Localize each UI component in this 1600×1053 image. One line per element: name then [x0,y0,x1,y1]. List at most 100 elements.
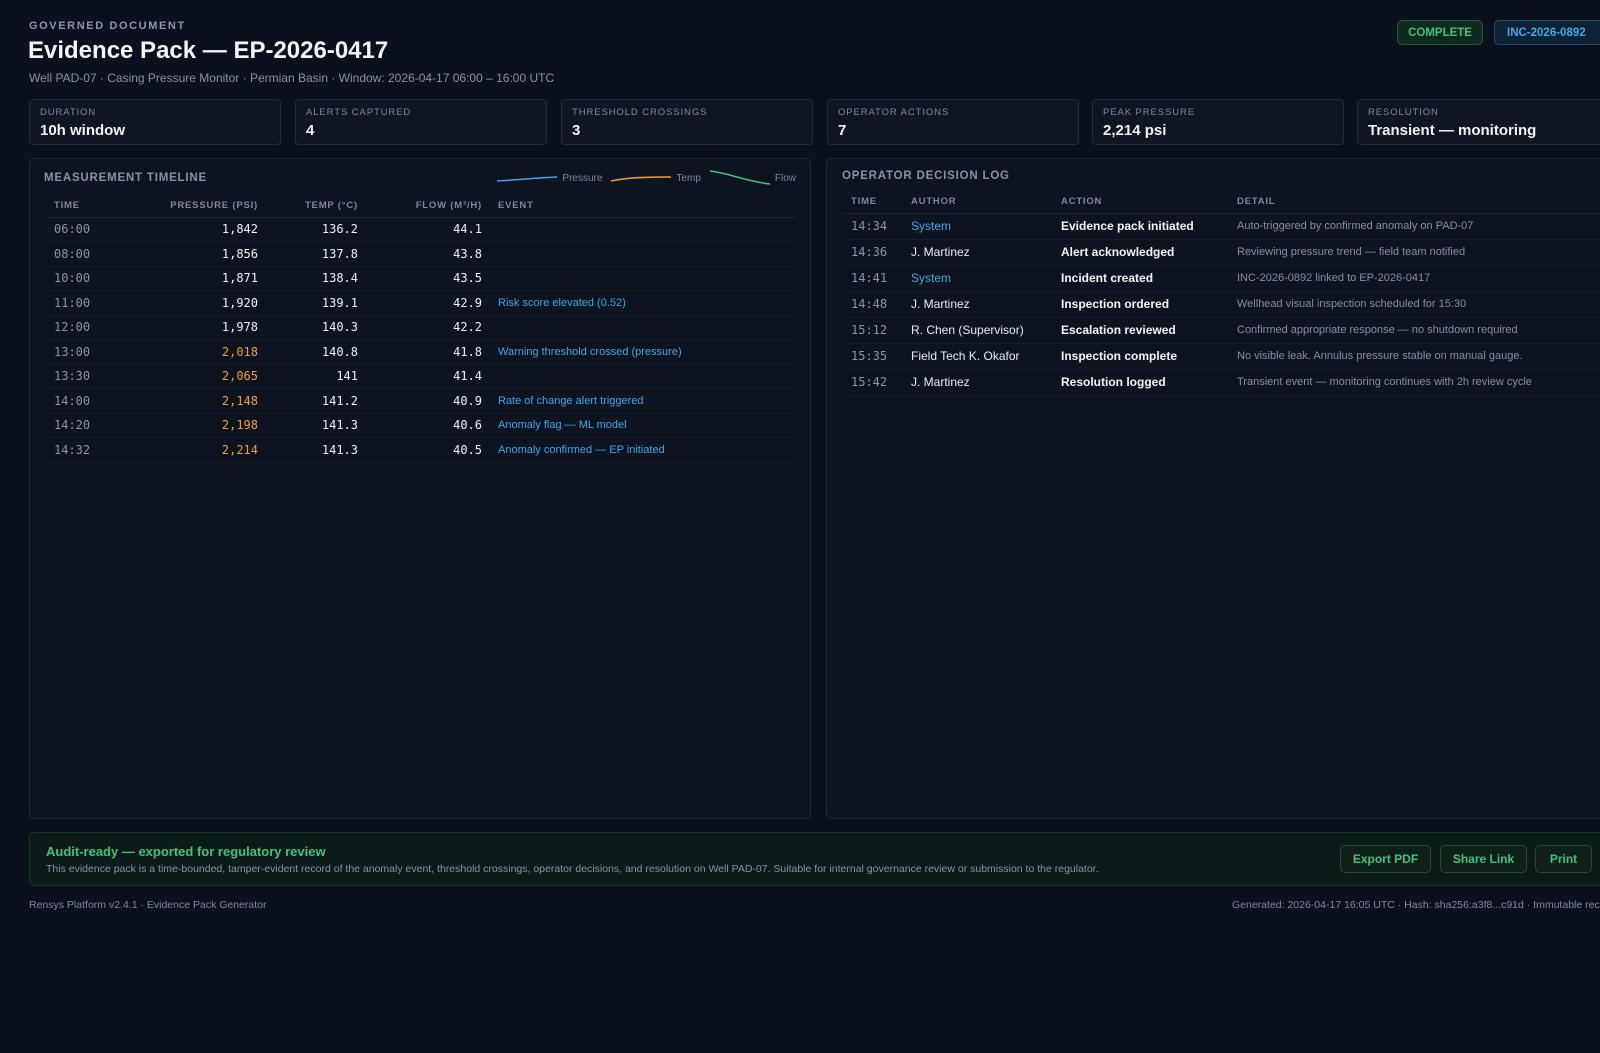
cell-time: 14:20 [46,413,116,438]
cell-author: J. Martinez [903,369,1053,396]
cell-detail: Wellhead visual inspection scheduled for… [1229,291,1600,318]
table-row: 08:00 1,856 137.8 43.8 [46,241,796,267]
cell-action: Resolution logged [1053,369,1229,396]
decision-log-table: TIME AUTHOR ACTION DETAIL 14:34 System Evi… [843,191,1600,396]
cell-detail: Transient event — monitoring continues w… [1229,369,1600,396]
cell-action: Incident created [1053,265,1229,292]
stat-value: Transient — monitoring [1368,122,1537,139]
legend-label: Temp [676,172,701,184]
cell-flow: 42.9 [366,290,490,316]
stat-value: 2,214 psi [1103,122,1167,139]
cell-action: Evidence pack initiated [1053,213,1229,240]
cell-pressure: 1,842 [116,217,266,242]
column-header-time: TIME [843,191,903,214]
cell-author: System [903,213,1053,240]
cell-event [490,266,796,291]
column-header-flow: FLOW (M³/H) [366,195,490,218]
cell-flow: 41.8 [366,339,490,365]
cell-pressure: 2,065 [116,364,266,389]
cell-temp: 141.3 [266,413,366,438]
cell-temp: 140.3 [266,315,366,340]
footer-platform-info: Rensys Platform v2.4.1 · Evidence Pack G… [29,899,267,911]
table-row: 15:12 R. Chen (Supervisor) Escalation revi… [843,317,1600,344]
cell-flow: 40.9 [366,388,490,414]
panel-title: MEASUREMENT TIMELINE [44,172,207,184]
table-row: 14:00 2,148 141.2 40.9 Rate of change alert … [46,388,796,414]
cell-event: Rate of change alert triggered [490,388,796,414]
cell-author: J. Martinez [903,291,1053,318]
table-row: 14:32 2,214 141.3 40.5 Anomaly confirmed — E… [46,437,796,463]
cell-time: 14:36 [843,239,903,266]
cell-flow: 43.5 [366,266,490,291]
cell-pressure: 2,148 [116,388,266,414]
stat-label: RESOLUTION [1368,107,1439,118]
column-header-event: EVENT [490,195,796,218]
column-header-detail: DETAIL [1229,191,1600,214]
flow-sparkline-icon [709,170,770,185]
print-button[interactable]: Print [1535,845,1592,873]
cell-time: 06:00 [46,217,116,242]
table-row: 10:00 1,871 138.4 43.5 [46,266,796,291]
cell-time: 13:00 [46,339,116,365]
cell-time: 12:00 [46,315,116,340]
status-badge: COMPLETE [1397,20,1483,45]
stat-card-threshold-crossings: THRESHOLD CROSSINGS 3 [561,99,813,145]
page-title: Evidence Pack — EP-2026-0417 [28,37,389,64]
legend-flow: Flow [709,169,796,187]
cell-event: Anomaly confirmed — EP initiated [490,437,796,463]
audit-ready-banner: Audit-ready — exported for regulatory re… [29,832,1600,886]
column-header-temp: TEMP (°C) [266,195,366,218]
cell-temp: 140.8 [266,339,366,365]
stat-card-peak-pressure: PEAK PRESSURE 2,214 psi [1092,99,1344,145]
column-header-time: TIME [46,195,116,218]
stat-label: ALERTS CAPTURED [306,107,412,118]
cell-time: 15:12 [843,317,903,344]
table-row: 11:00 1,920 139.1 42.9 Risk score elevated (… [46,290,796,316]
operator-decision-log-panel: OPERATOR DECISION LOG TIME AUTHOR ACTION… [826,158,1600,819]
cell-event [490,315,796,340]
cell-temp: 141.2 [266,388,366,414]
cell-temp: 141 [266,364,366,389]
stat-value: 3 [572,122,581,139]
table-row: 14:20 2,198 141.3 40.6 Anomaly flag — ML mod… [46,413,796,438]
table-row: 13:30 2,065 141 41.4 [46,364,796,389]
table-row: 14:41 System Incident created INC-2026-0892… [843,265,1600,292]
cell-time: 13:30 [46,364,116,389]
footer-generation-info: Generated: 2026-04-17 16:05 UTC · Hash: … [1232,899,1600,911]
column-header-action: ACTION [1053,191,1229,214]
cell-time: 15:35 [843,343,903,370]
cell-author: Field Tech K. Okafor [903,343,1053,370]
cell-flow: 40.6 [366,413,490,438]
cell-event: Anomaly flag — ML model [490,413,796,438]
cell-time: 14:00 [46,388,116,414]
cell-event [490,241,796,267]
table-row: 15:42 J. Martinez Resolution logged Transie… [843,369,1600,396]
stat-label: DURATION [40,107,97,118]
legend-label: Flow [774,172,796,184]
cell-temp: 139.1 [266,290,366,316]
cell-flow: 44.1 [366,217,490,242]
stat-label: OPERATOR ACTIONS [838,107,950,118]
share-link-button[interactable]: Share Link [1440,845,1527,873]
export-pdf-button[interactable]: Export PDF [1340,845,1431,873]
stat-label: THRESHOLD CROSSINGS [572,107,708,118]
cell-pressure: 2,214 [116,437,266,463]
cell-pressure: 1,978 [116,315,266,340]
cell-action: Alert acknowledged [1053,239,1229,266]
stat-card-alerts: ALERTS CAPTURED 4 [295,99,547,145]
cell-flow: 42.2 [366,315,490,340]
cell-flow: 40.5 [366,437,490,463]
timeline-table: TIME PRESSURE (PSI) TEMP (°C) FLOW (M³/H… [46,195,796,463]
measurement-timeline-panel: MEASUREMENT TIMELINE Pressure Temp Flow … [29,158,811,819]
table-row: 12:00 1,978 140.3 42.2 [46,315,796,340]
cell-flow: 43.8 [366,241,490,267]
cell-pressure: 2,018 [116,339,266,365]
incident-badge[interactable]: INC-2026-0892 [1494,20,1600,45]
cell-event: Risk score elevated (0.52) [490,290,796,316]
cell-detail: No visible leak. Annulus pressure stable… [1229,343,1600,370]
table-row: 15:35 Field Tech K. Okafor Inspection comp… [843,343,1600,370]
cell-time: 10:00 [46,266,116,291]
cell-action: Escalation reviewed [1053,317,1229,344]
temp-sparkline-icon [611,176,672,182]
cell-pressure: 1,871 [116,266,266,291]
